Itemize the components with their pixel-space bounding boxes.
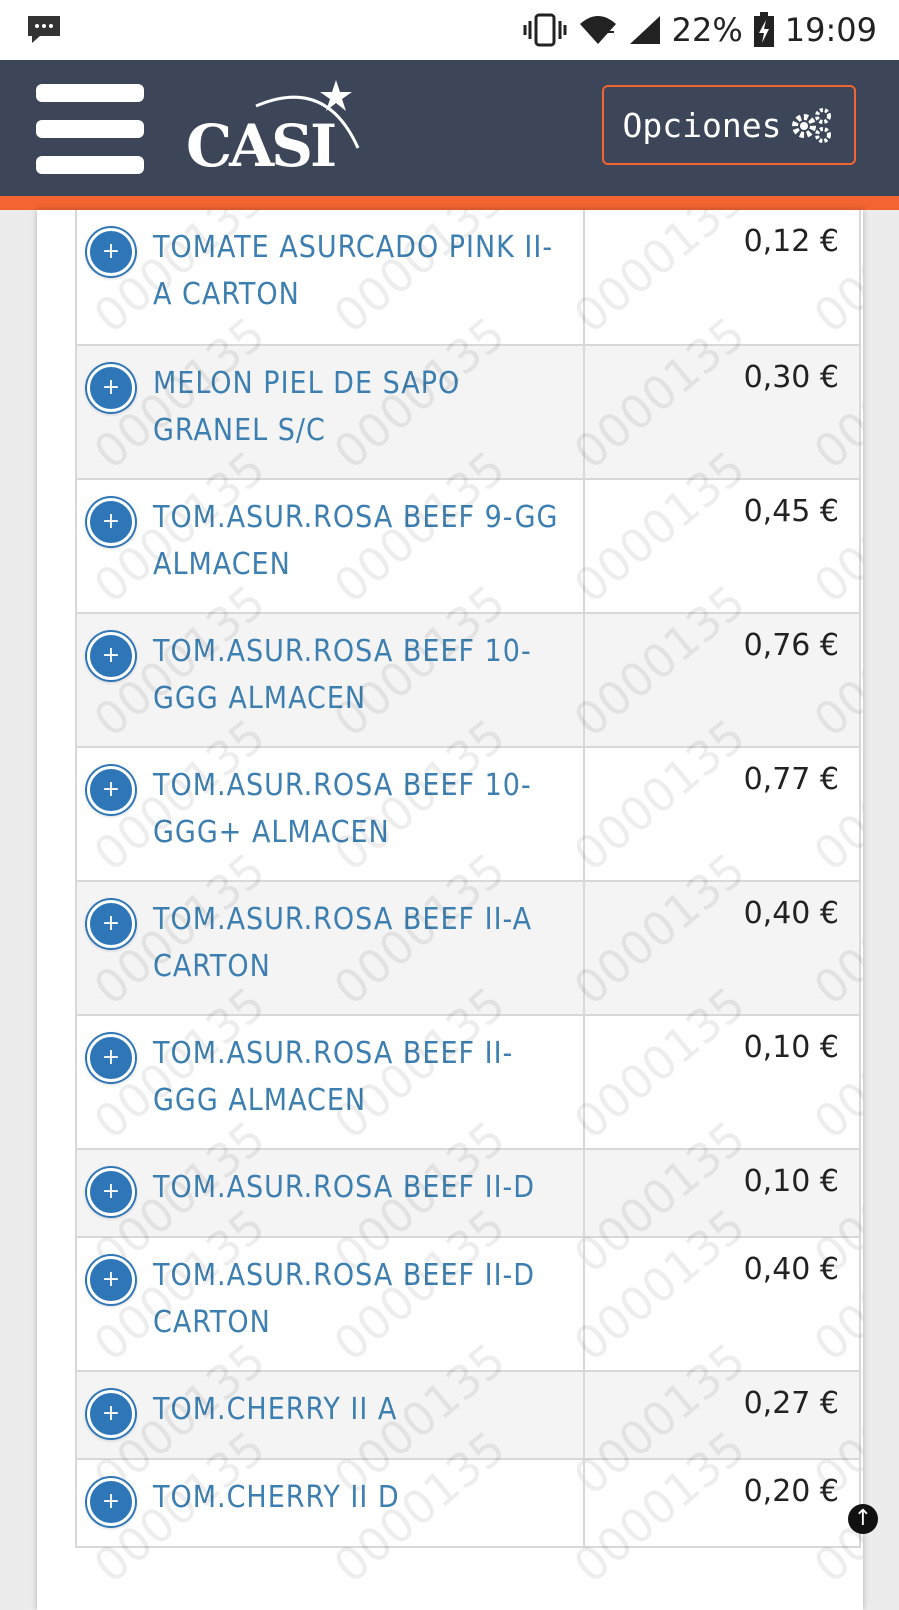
product-name-cell: + TOM.ASUR.ROSA BEEF II-GGG ALMACEN	[77, 1016, 585, 1148]
expand-plus-icon[interactable]: +	[87, 364, 135, 412]
options-label: Opciones	[622, 105, 782, 145]
expand-plus-icon[interactable]: +	[87, 498, 135, 546]
product-name-link[interactable]: TOM.ASUR.ROSA BEEF 9-GG ALMACEN	[153, 500, 558, 582]
product-price: 0,10 €	[743, 1164, 839, 1199]
expand-plus-icon[interactable]: +	[87, 228, 135, 276]
product-name-link[interactable]: TOM.ASUR.ROSA BEEF II-D	[153, 1170, 535, 1205]
table-row: + TOM.ASUR.ROSA BEEF 9-GG ALMACEN 0,45 €00…	[75, 440, 863, 614]
expand-plus-icon[interactable]: +	[87, 766, 135, 814]
arrow-up-icon: ↑	[853, 1506, 873, 1531]
table-row: + TOM.ASUR.ROSA BEEF 10-GGG ALMACEN 0,76 €…	[75, 574, 863, 748]
product-name-cell: + TOM.CHERRY II D	[77, 1460, 585, 1546]
product-name-link[interactable]: MELON PIEL DE SAPO GRANEL S/C	[153, 366, 460, 448]
product-name-cell: + TOM.ASUR.ROSA BEEF II-A CARTON	[77, 882, 585, 1014]
product-price: 0,12 €	[743, 224, 839, 259]
product-name-link[interactable]: TOM.CHERRY II A	[153, 1392, 397, 1427]
expand-plus-icon[interactable]: +	[87, 632, 135, 680]
battery-percent: 22%	[671, 11, 743, 49]
table-row: + TOM.CHERRY II D 0,20 €0000135 0000135 0000…	[75, 1420, 863, 1594]
casi-logo[interactable]: CASI	[186, 78, 366, 180]
product-price: 0,30 €	[743, 360, 839, 395]
product-name-cell: + TOMATE ASURCADO PINK II-A CARTON	[77, 210, 585, 344]
product-name-cell: + TOM.ASUR.ROSA BEEF 9-GG ALMACEN	[77, 480, 585, 612]
vibrate-icon	[523, 13, 567, 47]
product-name-link[interactable]: TOMATE ASURCADO PINK II-A CARTON	[153, 230, 553, 312]
table-row: + TOM.ASUR.ROSA BEEF II-GGG ALMACEN 0,10 €…	[75, 976, 863, 1150]
expand-plus-icon[interactable]: +	[87, 900, 135, 948]
product-price: 0,40 €	[743, 896, 839, 931]
table-row: + TOM.ASUR.ROSA BEEF 10-GGG+ ALMACEN 0,77 …	[75, 708, 863, 882]
options-button[interactable]: Opciones	[602, 85, 856, 165]
app-header: CASI Opciones	[0, 60, 899, 210]
product-name-link[interactable]: TOM.ASUR.ROSA BEEF II-D CARTON	[153, 1258, 535, 1340]
product-name-cell: + TOM.ASUR.ROSA BEEF II-D CARTON	[77, 1238, 585, 1370]
table-row: + TOMATE ASURCADO PINK II-A CARTON 0,12 €0…	[75, 210, 863, 346]
table-row: + TOM.ASUR.ROSA BEEF II-D 0,10 €0000135 000…	[75, 1110, 863, 1284]
content-card: + TOMATE ASURCADO PINK II-A CARTON 0,12 € 0…	[37, 210, 863, 1610]
battery-charging-icon	[753, 12, 774, 47]
wifi-icon	[579, 16, 616, 44]
product-name-link[interactable]: TOM.ASUR.ROSA BEEF 10-GGG ALMACEN	[153, 634, 532, 716]
product-price: 0,10 €	[743, 1030, 839, 1065]
product-price: 0,27 €	[743, 1386, 839, 1421]
signal-icon	[629, 16, 660, 44]
product-name-cell: + TOM.ASUR.ROSA BEEF II-D	[77, 1150, 585, 1236]
product-name-link[interactable]: TOM.CHERRY II D	[153, 1480, 400, 1515]
product-name-link[interactable]: TOM.ASUR.ROSA BEEF II-A CARTON	[153, 902, 532, 984]
expand-plus-icon[interactable]: +	[87, 1034, 135, 1082]
expand-plus-icon[interactable]: +	[87, 1168, 135, 1216]
table-row: + MELON PIEL DE SAPO GRANEL S/C 0,30 €0000…	[75, 306, 863, 480]
product-name-cell: + MELON PIEL DE SAPO GRANEL S/C	[77, 346, 585, 478]
product-price: 0,77 €	[743, 762, 839, 797]
expand-plus-icon[interactable]: +	[87, 1256, 135, 1304]
gears-icon	[792, 108, 832, 143]
menu-hamburger-icon[interactable]	[36, 84, 146, 174]
product-price: 0,45 €	[743, 494, 839, 529]
message-notification-icon	[28, 16, 60, 43]
product-name-link[interactable]: TOM.ASUR.ROSA BEEF II-GGG ALMACEN	[153, 1036, 513, 1118]
product-price: 0,76 €	[743, 628, 839, 663]
price-table: + TOMATE ASURCADO PINK II-A CARTON 0,12 € 0…	[75, 210, 863, 1594]
expand-plus-icon[interactable]: +	[87, 1478, 135, 1526]
table-row: + TOM.ASUR.ROSA BEEF II-D CARTON 0,40 €000…	[75, 1198, 863, 1372]
expand-plus-icon[interactable]: +	[87, 1390, 135, 1438]
clock: 19:09	[784, 11, 877, 49]
table-row: + TOM.ASUR.ROSA BEEF II-A CARTON 0,40 €000…	[75, 842, 863, 1016]
product-name-cell: + TOM.ASUR.ROSA BEEF 10-GGG+ ALMACEN	[77, 748, 585, 880]
product-price: 0,20 €	[743, 1474, 839, 1509]
scroll-to-top-button[interactable]: ↑	[848, 1504, 878, 1534]
product-name-cell: + TOM.ASUR.ROSA BEEF 10-GGG ALMACEN	[77, 614, 585, 746]
product-price: 0,40 €	[743, 1252, 839, 1287]
status-bar: 22% 19:09	[0, 0, 899, 60]
product-name-cell: + TOM.CHERRY II A	[77, 1372, 585, 1458]
table-row: + TOM.CHERRY II A 0,27 €0000135 0000135 0000…	[75, 1332, 863, 1506]
product-name-link[interactable]: TOM.ASUR.ROSA BEEF 10-GGG+ ALMACEN	[153, 768, 532, 850]
